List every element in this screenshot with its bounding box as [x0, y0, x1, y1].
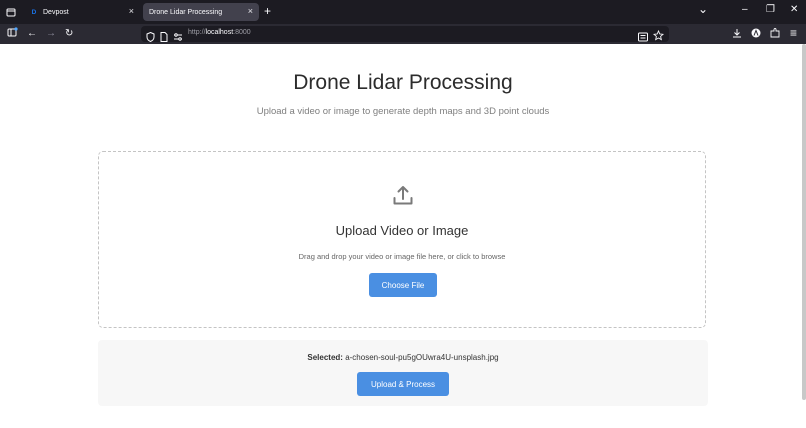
scrollbar[interactable]: [802, 44, 806, 400]
reload-icon[interactable]: ↻: [65, 27, 73, 41]
selected-file-text: Selected: a-chosen-soul-pu5gOUwra4U-unsp…: [98, 353, 708, 362]
page-content: Drone Lidar Processing Upload a video or…: [0, 44, 806, 428]
selected-label: Selected:: [307, 353, 343, 362]
upload-process-button[interactable]: Upload & Process: [357, 372, 449, 396]
dropzone-hint: Drag and drop your video or image file h…: [298, 252, 506, 261]
menu-icon[interactable]: ≡: [790, 26, 797, 40]
url-bar[interactable]: http://localhost:8000: [141, 26, 669, 43]
tab-devpost[interactable]: D Devpost ×: [24, 3, 140, 21]
choose-file-button[interactable]: Choose File: [369, 273, 437, 297]
upload-icon: [393, 186, 413, 205]
tab-label: Devpost: [43, 8, 69, 16]
selected-filename: a-chosen-soul-pu5gOUwra4U-unsplash.jpg: [345, 353, 499, 362]
tab-label: Drone Lidar Processing: [149, 8, 223, 16]
tab-overflow-chevron-icon[interactable]: ⌄: [698, 2, 708, 16]
sidebar-icon[interactable]: [7, 27, 18, 43]
restore-icon[interactable]: ❐: [766, 4, 775, 15]
tab-drone-lidar[interactable]: Drone Lidar Processing ×: [143, 3, 259, 21]
new-tab-icon[interactable]: +: [264, 4, 271, 18]
downloads-icon[interactable]: [732, 28, 742, 43]
devpost-favicon-icon: D: [31, 8, 37, 16]
back-icon[interactable]: ←: [27, 27, 37, 41]
upload-dropzone[interactable]: Upload Video or Image Drag and drop your…: [98, 151, 706, 328]
page-title: Drone Lidar Processing: [293, 71, 513, 94]
window-close-icon[interactable]: ✕: [790, 4, 798, 15]
url-text[interactable]: http://localhost:8000: [188, 29, 251, 36]
close-icon[interactable]: ×: [248, 6, 253, 16]
dropzone-title: Upload Video or Image: [335, 223, 469, 238]
selection-panel: Selected: a-chosen-soul-pu5gOUwra4U-unsp…: [98, 340, 708, 406]
tab-list-icon[interactable]: [0, 0, 22, 24]
forward-icon[interactable]: →: [46, 27, 56, 41]
minimize-icon[interactable]: –: [742, 4, 748, 15]
extensions-icon[interactable]: [770, 28, 780, 43]
account-avatar-icon[interactable]: [751, 28, 761, 43]
close-icon[interactable]: ×: [129, 6, 134, 16]
page-subtitle: Upload a video or image to generate dept…: [256, 106, 550, 117]
